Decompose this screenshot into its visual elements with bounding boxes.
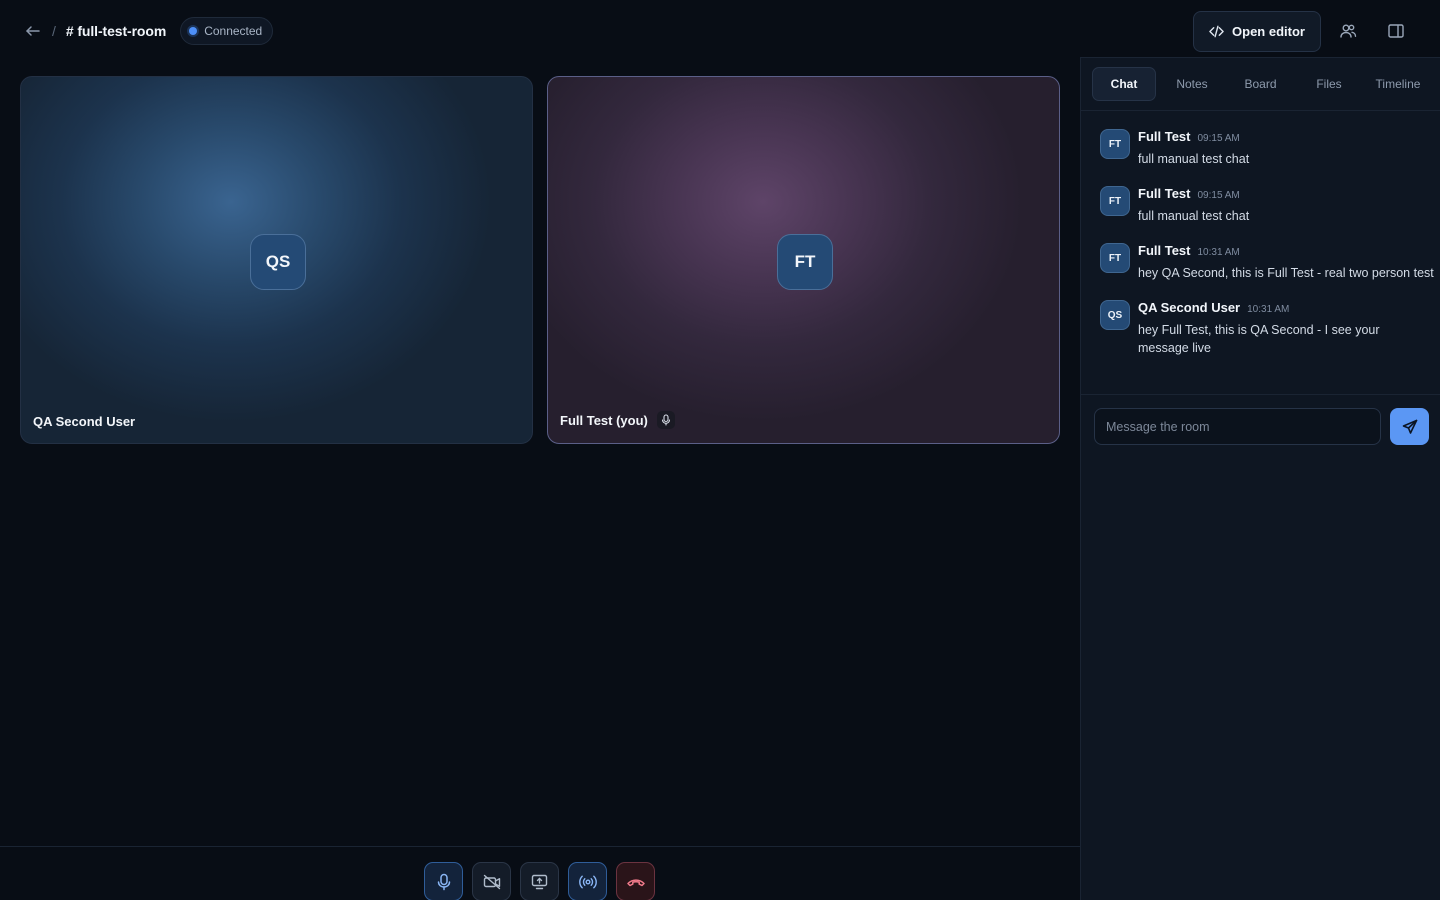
code-icon [1209,25,1224,38]
tab-notes[interactable]: Notes [1156,67,1228,101]
call-controls-bar [0,846,1080,900]
send-button[interactable] [1390,408,1429,445]
message-composer [1081,394,1440,454]
sidebar-icon [1388,24,1404,38]
chat-message: FT Full Test 09:15 AM full manual test c… [1100,186,1435,225]
open-editor-label: Open editor [1232,24,1305,39]
message-text: hey Full Test, this is QA Second - I see… [1138,323,1380,355]
message-time: 10:31 AM [1197,247,1240,258]
participant-name: Full Test (you) [560,412,648,428]
panel-tabs: Chat Notes Board Files Timeline [1081,58,1440,111]
connection-status-text: Connected [204,24,263,38]
avatar: FT [1100,129,1130,159]
message-author: Full Test [1138,129,1191,144]
screen-share-button[interactable] [520,862,559,900]
message-time: 10:31 AM [1247,304,1290,315]
broadcast-icon [578,875,597,888]
message-input[interactable] [1094,408,1381,445]
arrow-left-icon [26,26,40,36]
status-dot-icon [189,27,198,35]
toggle-sidebar-button[interactable] [1382,17,1410,45]
message-text: full manual test chat [1138,152,1250,166]
connection-status-badge: Connected [180,17,274,45]
avatar: QS [250,234,306,290]
message-text: full manual test chat [1138,209,1250,223]
message-author: Full Test [1138,243,1191,258]
broadcast-button[interactable] [568,862,607,900]
tab-chat[interactable]: Chat [1092,67,1156,101]
avatar: FT [777,234,833,290]
avatar: QS [1100,300,1130,330]
camera-off-icon [483,874,500,889]
participants-button[interactable] [1334,17,1362,45]
send-icon [1402,419,1417,434]
back-button[interactable] [24,22,42,40]
chat-message: FT Full Test 09:15 AM full manual test c… [1100,129,1435,168]
tab-timeline[interactable]: Timeline [1365,67,1431,101]
breadcrumb-separator: / [52,23,56,39]
tab-files[interactable]: Files [1293,67,1365,101]
leave-call-button[interactable] [616,862,655,900]
tile-label: Full Test (you) [560,411,675,429]
side-panel: Chat Notes Board Files Timeline FT Full … [1080,57,1440,900]
mic-status [656,411,675,429]
mute-button[interactable] [424,862,463,900]
participant-name: QA Second User [33,414,136,429]
users-icon [1340,24,1357,38]
message-author: Full Test [1138,186,1191,201]
tab-board[interactable]: Board [1228,67,1293,101]
chat-message: FT Full Test 10:31 AM hey QA Second, thi… [1100,243,1435,282]
video-tile-qa-second-user[interactable]: QS QA Second User [20,76,533,444]
mic-icon [661,414,670,426]
room-header: / # full-test-room Connected [0,0,1080,62]
avatar: FT [1100,243,1130,273]
message-time: 09:15 AM [1197,190,1240,201]
tile-label: QA Second User [33,414,135,429]
camera-toggle-button[interactable] [472,862,511,900]
mic-icon [437,873,450,890]
video-tile-full-test[interactable]: FT Full Test (you) [547,76,1060,444]
message-author: QA Second User [1138,300,1241,315]
screen-share-icon [531,874,548,889]
message-time: 09:15 AM [1197,133,1240,144]
hang-up-icon [626,878,645,886]
room-name: # full-test-room [65,23,167,39]
avatar: FT [1100,186,1130,216]
open-editor-button[interactable]: Open editor [1193,11,1321,52]
chat-message: QS QA Second User 10:31 AM hey Full Test… [1100,300,1435,357]
message-text: hey QA Second, this is Full Test - real … [1138,266,1434,280]
